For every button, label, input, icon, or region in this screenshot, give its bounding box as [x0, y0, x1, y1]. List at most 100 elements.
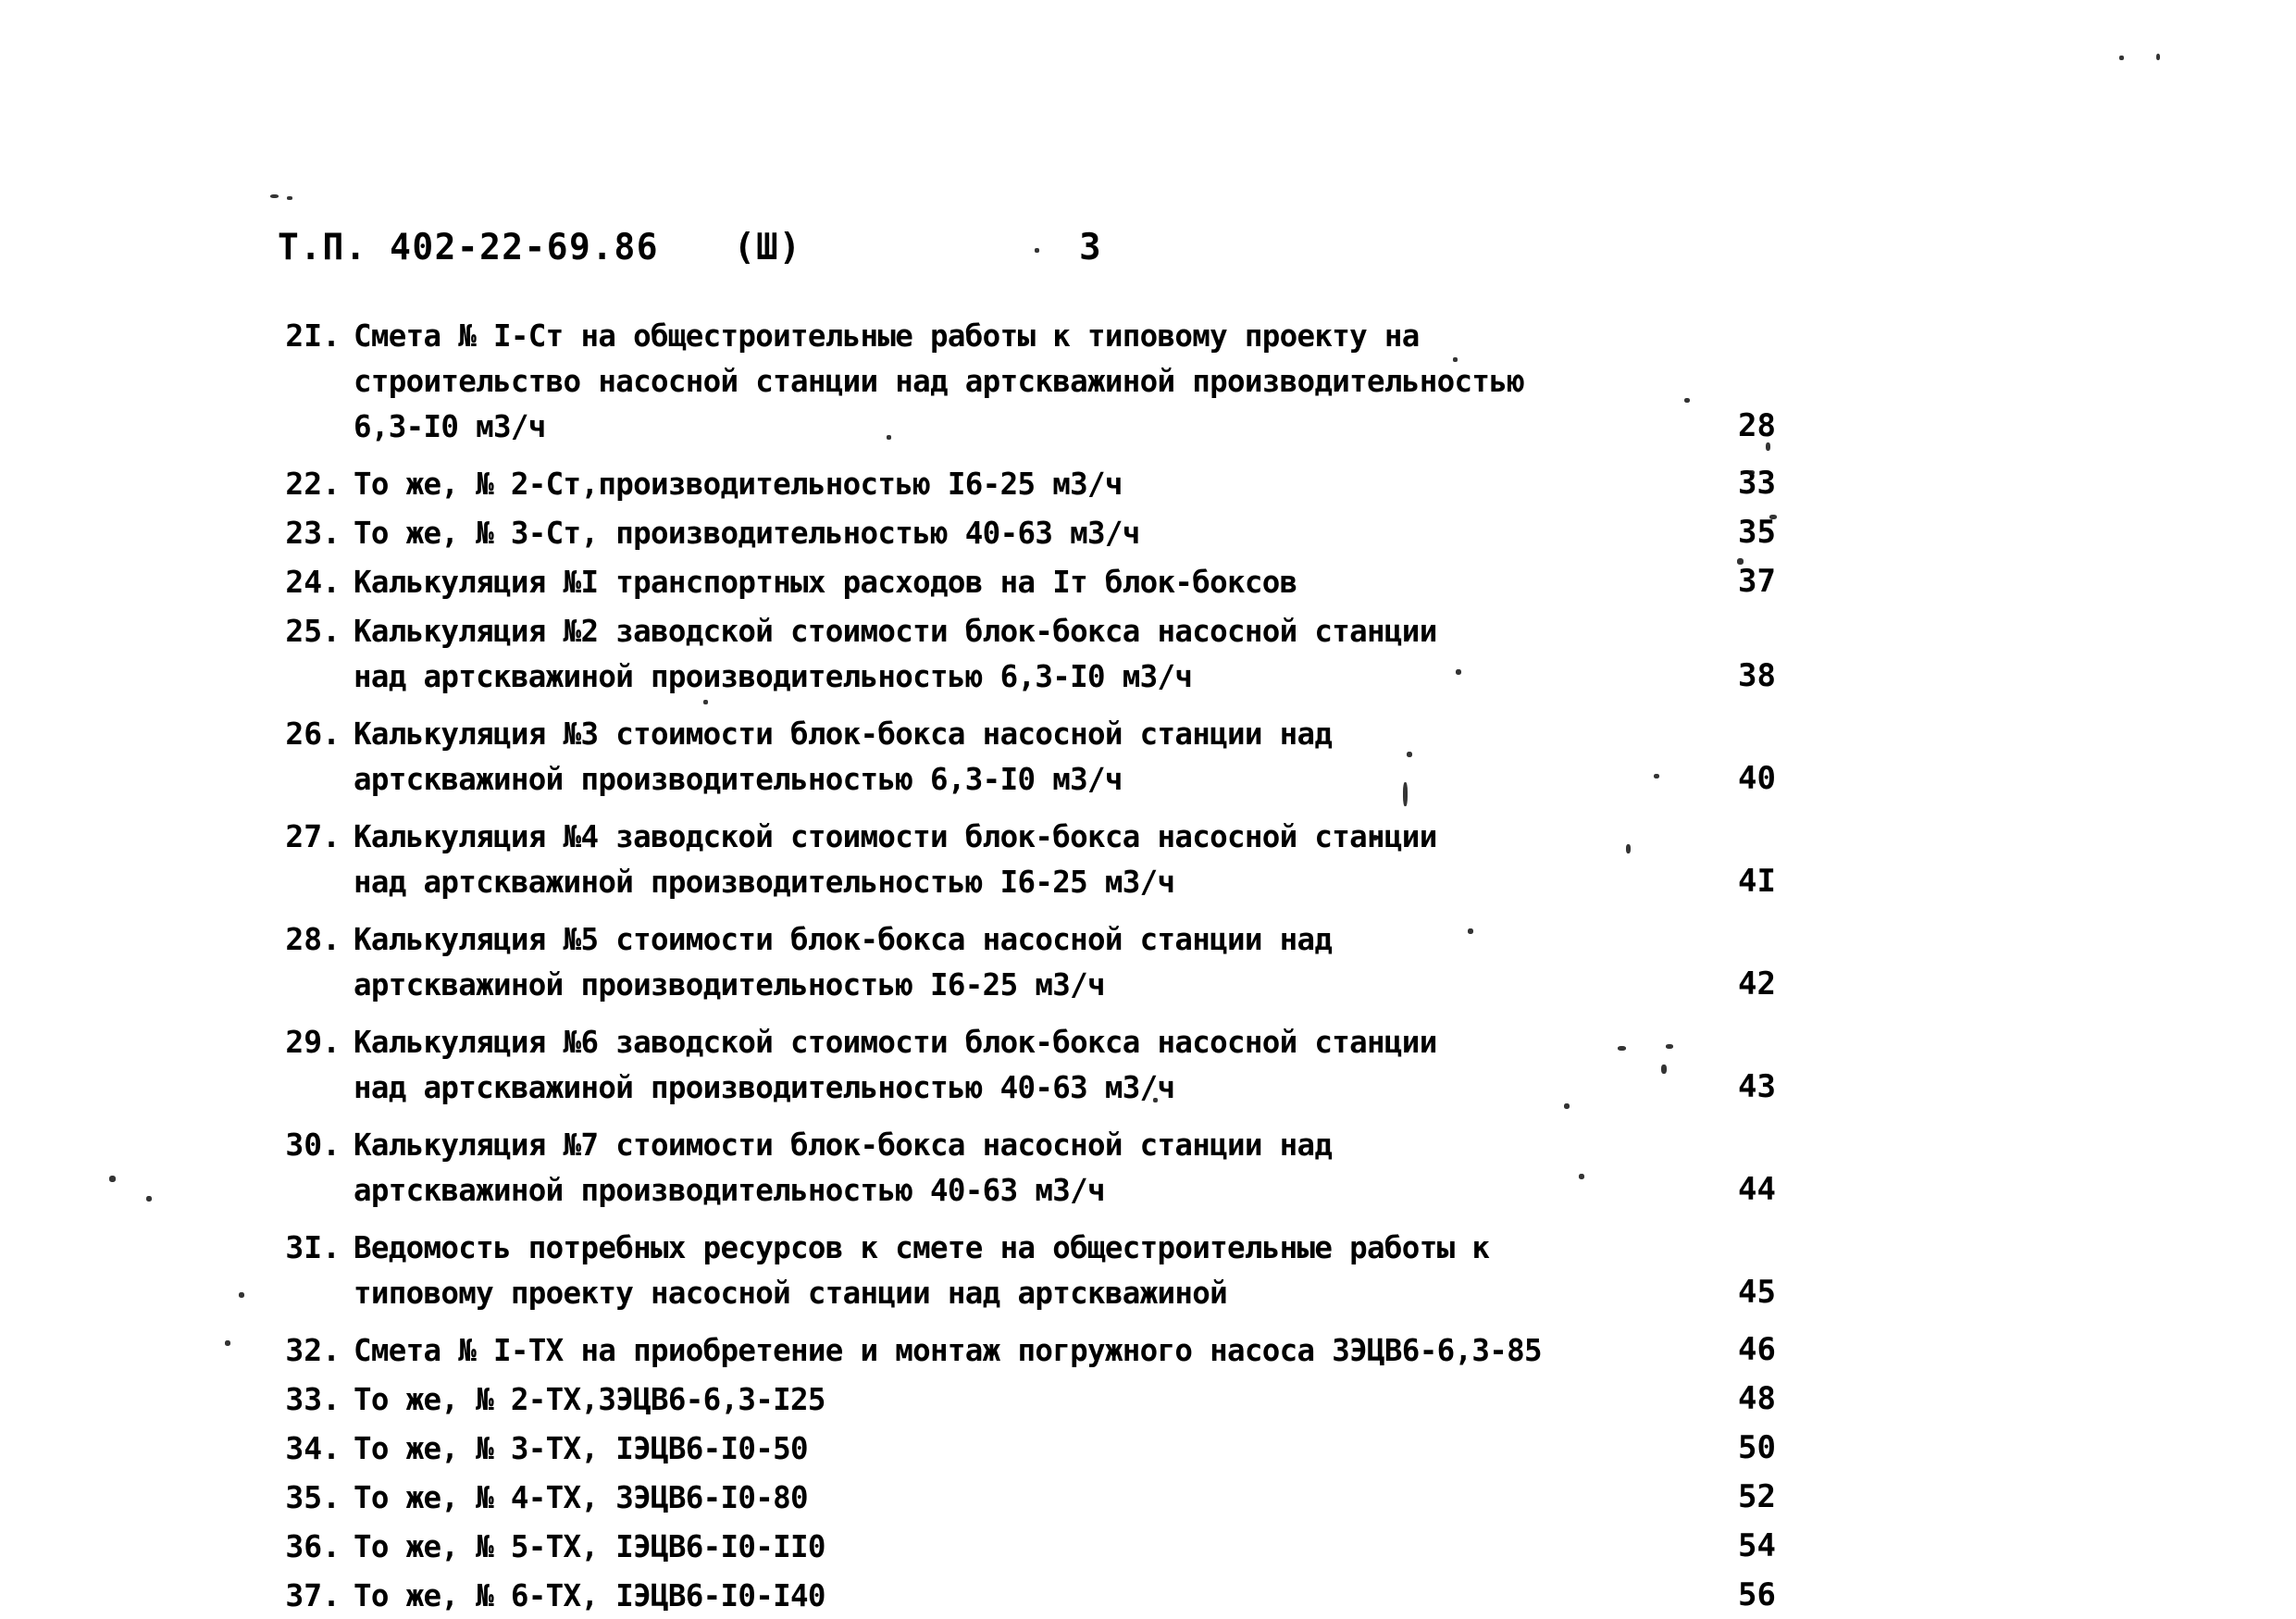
toc-entry-number: 29.: [285, 1024, 341, 1060]
toc-entry[interactable]: 28. Калькуляция №5 стоимости блок-бокса н…: [278, 916, 1832, 1007]
toc-entry-line: То же, № 2-Ст,производительностью I6-25 …: [354, 466, 1123, 502]
page-header: Т.П. 402-22-69.86 (Ш) 3: [278, 227, 1851, 268]
toc-entry[interactable]: 34. То же, № 3-ТХ, IЭЦВ6-I0-50 50: [278, 1426, 1832, 1471]
toc-entry-line: над артскважиной производительностью I6-…: [354, 864, 1175, 900]
toc-entry-line: То же, № 3-Ст, производительностью 40-63…: [354, 515, 1140, 551]
toc-entry-title: То же, № 2-ТХ,3ЭЦВ6-6,3-I25: [354, 1376, 1721, 1422]
toc-entry-title: Калькуляция №5 стоимости блок-бокса насо…: [354, 916, 1721, 1007]
toc-entry-title: Ведомость потребных ресурсов к смете на …: [354, 1225, 1721, 1315]
toc-entry[interactable]: 22. То же, № 2-Ст,производительностью I6-…: [278, 461, 1832, 506]
document-page: Т.П. 402-22-69.86 (Ш) 3 2I. Смета № I-Ст …: [0, 0, 2296, 1619]
toc-entry-number: 26.: [285, 716, 341, 752]
toc-entry-line: Калькуляция №3 стоимости блок-бокса насо…: [354, 716, 1333, 752]
toc-entry-line: артскважиной производительностью I6-25 м…: [354, 966, 1106, 1003]
scan-speck: [1035, 248, 1039, 253]
scan-speck: [1766, 442, 1770, 451]
scan-speck: [887, 435, 891, 440]
scan-speck: [1456, 669, 1461, 675]
toc-entry[interactable]: 23. То же, № 3-Ст, производительностью 40…: [278, 510, 1832, 555]
toc-entry-line: То же, № 3-ТХ, IЭЦВ6-I0-50: [354, 1430, 809, 1466]
toc-entry[interactable]: 24. Калькуляция №I транспортных расходов …: [278, 559, 1832, 604]
toc-entry-title: Смета № I-Ст на общестроительные работы …: [354, 313, 1721, 449]
toc-entry-title: Калькуляция №4 заводской стоимости блок-…: [354, 814, 1721, 904]
toc-entry-line: То же, № 6-ТХ, IЭЦВ6-I0-I40: [354, 1577, 825, 1613]
toc-entry[interactable]: 26. Калькуляция №3 стоимости блок-бокса н…: [278, 711, 1832, 802]
scan-speck: [703, 700, 708, 704]
toc-entry[interactable]: 27. Калькуляция №4 заводской стоимости бл…: [278, 814, 1832, 904]
toc-entry-number: 34.: [285, 1430, 341, 1466]
toc-entry-number: 28.: [285, 921, 341, 957]
scan-speck: [1372, 835, 1378, 841]
toc-entry[interactable]: 33. То же, № 2-ТХ,3ЭЦВ6-6,3-I25 48: [278, 1376, 1832, 1422]
toc-entry-page: 43: [1738, 1068, 1776, 1105]
toc-entry-line: Смета № I-ТХ на приобретение и монтаж по…: [354, 1332, 1543, 1368]
toc-entry-page: 44: [1738, 1171, 1776, 1208]
toc-entry-line: над артскважиной производительностью 6,3…: [354, 658, 1193, 694]
toc-entry-page: 38: [1738, 657, 1776, 694]
toc-entry-title: То же, № 3-ТХ, IЭЦВ6-I0-50: [354, 1426, 1721, 1471]
toc-entry[interactable]: 3I. Ведомость потребных ресурсов к смете …: [278, 1225, 1832, 1315]
toc-entry-line: Смета № I-Ст на общестроительные работы …: [354, 318, 1420, 354]
toc-entry-number: 23.: [285, 515, 341, 551]
toc-entry-number: 25.: [285, 613, 341, 649]
toc-entry[interactable]: 37. То же, № 6-ТХ, IЭЦВ6-I0-I40 56: [278, 1573, 1832, 1618]
toc-entry-line: То же, № 2-ТХ,3ЭЦВ6-6,3-I25: [354, 1381, 825, 1417]
scan-speck: [1654, 774, 1659, 778]
toc-entry-number: 35.: [285, 1479, 341, 1515]
toc-entry-number: 32.: [285, 1332, 341, 1368]
toc-entry-title: То же, № 3-Ст, производительностью 40-63…: [354, 510, 1721, 555]
scan-speck: [1661, 1065, 1667, 1074]
toc-entry[interactable]: 2I. Смета № I-Ст на общестроительные рабо…: [278, 313, 1832, 449]
scan-speck: [1748, 470, 1755, 475]
toc-entry-title: Калькуляция №I транспортных расходов на …: [354, 559, 1721, 604]
toc-entry-number: 27.: [285, 818, 341, 854]
scan-speck: [146, 1196, 152, 1202]
toc-entry-line: То же, № 4-ТХ, 3ЭЦВ6-I0-80: [354, 1479, 809, 1515]
toc-entry[interactable]: 30. Калькуляция №7 стоимости блок-бокса н…: [278, 1122, 1832, 1213]
toc-entry-title: То же, № 6-ТХ, IЭЦВ6-I0-I40: [354, 1573, 1721, 1618]
toc-entry-line: Калькуляция №I транспортных расходов на …: [354, 564, 1297, 600]
toc-entry-title: Калькуляция №6 заводской стоимости блок-…: [354, 1019, 1721, 1110]
toc-entry[interactable]: 32. Смета № I-ТХ на приобретение и монтаж…: [278, 1327, 1832, 1373]
scan-speck: [1579, 1174, 1584, 1179]
toc-entry[interactable]: 29. Калькуляция №6 заводской стоимости бл…: [278, 1019, 1832, 1110]
toc-entry-line: артскважиной производительностью 40-63 м…: [354, 1172, 1106, 1208]
scan-speck: [2156, 54, 2160, 60]
toc-entry-title: Смета № I-ТХ на приобретение и монтаж по…: [354, 1327, 1721, 1373]
toc-entry-page: 33: [1738, 465, 1776, 502]
toc-entry-line: Калькуляция №2 заводской стоимости блок-…: [354, 613, 1437, 649]
toc-entry-page: 52: [1738, 1478, 1776, 1515]
document-code: Т.П. 402-22-69.86: [278, 227, 659, 268]
toc-entry[interactable]: 35. То же, № 4-ТХ, 3ЭЦВ6-I0-80 52: [278, 1475, 1832, 1520]
toc-entry[interactable]: 25. Калькуляция №2 заводской стоимости бл…: [278, 608, 1832, 699]
toc-entry-page: 28: [1738, 407, 1776, 444]
scan-speck: [1618, 1046, 1626, 1051]
scan-speck: [239, 1292, 244, 1298]
toc-entry-number: 3I.: [285, 1229, 341, 1265]
toc-entry-line: над артскважиной производительностью 40-…: [354, 1069, 1175, 1105]
scan-speck: [1737, 558, 1744, 565]
table-of-contents: 2I. Смета № I-Ст на общестроительные рабо…: [278, 313, 1832, 1619]
toc-entry-number: 2I.: [285, 318, 341, 354]
scan-speck: [2119, 56, 2124, 60]
toc-entry-line: Ведомость потребных ресурсов к смете на …: [354, 1229, 1490, 1265]
toc-entry-title: Калькуляция №7 стоимости блок-бокса насо…: [354, 1122, 1721, 1213]
scan-speck: [1684, 398, 1690, 403]
toc-entry-number: 24.: [285, 564, 341, 600]
scan-speck: [287, 196, 292, 200]
toc-entry-page: 54: [1738, 1527, 1776, 1564]
document-volume: (Ш): [733, 227, 802, 268]
toc-entry-title: То же, № 4-ТХ, 3ЭЦВ6-I0-80: [354, 1475, 1721, 1520]
toc-entry-page: 4I: [1738, 863, 1776, 900]
toc-entry-line: Калькуляция №7 стоимости блок-бокса насо…: [354, 1127, 1333, 1163]
toc-entry-page: 50: [1738, 1429, 1776, 1466]
toc-entry-number: 33.: [285, 1381, 341, 1417]
toc-entry-title: То же, № 5-ТХ, IЭЦВ6-I0-II0: [354, 1524, 1721, 1569]
toc-entry-page: 48: [1738, 1380, 1776, 1417]
toc-entry-number: 37.: [285, 1577, 341, 1613]
toc-entry[interactable]: 36. То же, № 5-ТХ, IЭЦВ6-I0-II0 54: [278, 1524, 1832, 1569]
toc-entry-line: Калькуляция №4 заводской стоимости блок-…: [354, 818, 1437, 854]
scan-speck: [225, 1340, 230, 1346]
toc-entry-page: 45: [1738, 1274, 1776, 1311]
scan-speck: [1626, 844, 1631, 853]
